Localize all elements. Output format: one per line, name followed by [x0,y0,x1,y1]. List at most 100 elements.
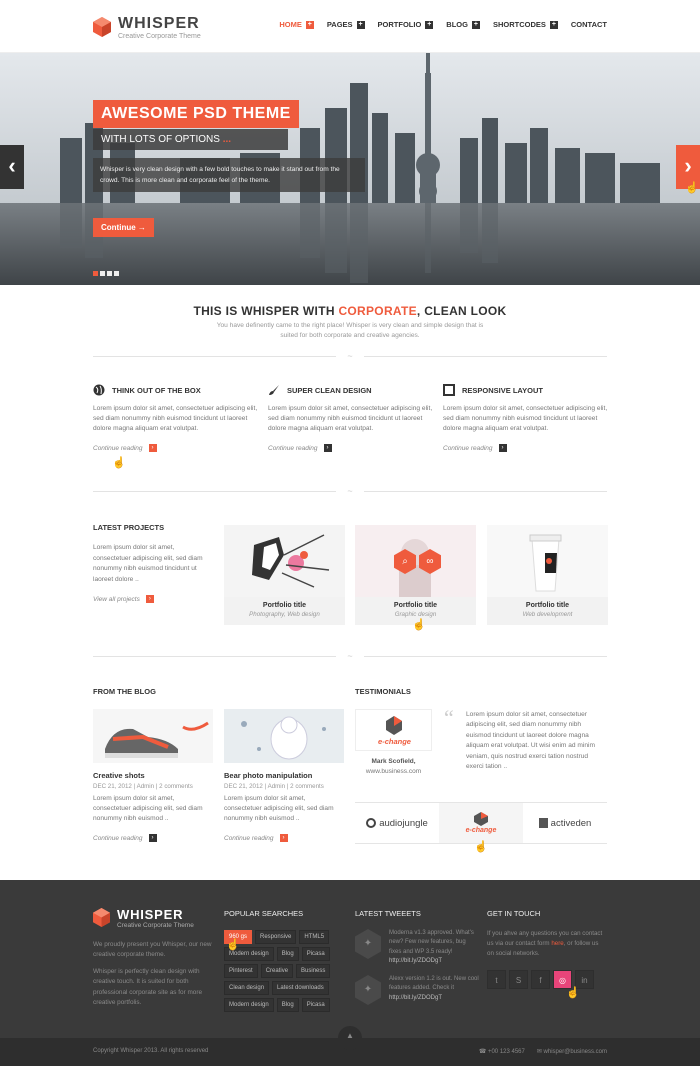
logo-name: WHISPER [118,15,200,32]
blog-post-meta: DEC 21, 2012 | Admin | 2 comments [93,783,193,790]
portfolio-image [487,525,608,597]
slider-dot[interactable] [107,271,112,276]
feature-text: Lorem ipsum dolor sit amet, consectetuer… [268,405,433,432]
slider-prev-button[interactable]: ‹ [0,145,24,189]
view-all-projects-link[interactable]: View all projects › [93,595,154,603]
portfolio-title: Portfolio title [262,602,307,609]
tag-button[interactable]: Picasa [301,947,330,961]
nav-label: HOME [279,20,302,29]
nav-home[interactable]: HOME + [279,20,314,29]
blog-post-text: Lorem ipsum dolor sit amet, consectetuer… [93,795,203,822]
portfolio-card[interactable]: ⌕ ∞ Portfolio title Graphic design [355,525,476,625]
hero-slider: ‹ › AWESOME PSD THEME WITH LOTS OF OPTIO… [0,53,700,285]
divider: ~ [93,652,607,662]
blog-image[interactable] [224,709,344,763]
testimonial-url[interactable]: www.business.com [355,768,432,775]
footer-about-text-2: Whisper is perfectly clean design with c… [93,968,203,1007]
tweet-link[interactable]: http://bit.ly/ZDODgT [389,958,442,964]
continue-reading-link[interactable]: Continue reading › [224,834,344,842]
portfolio-title: Portfolio title [525,602,570,609]
client-logo-audiojungle[interactable]: audiojungle [355,803,439,843]
logo-hex-icon [93,908,110,927]
hero-title: AWESOME PSD THEME [93,100,299,128]
clients-bar: audiojungle e-change activeden [355,802,607,844]
blog-post-title[interactable]: Bear photo manipulation [224,771,344,780]
audiojungle-icon [366,818,377,828]
portfolio-card[interactable]: Portfolio title Web development [487,525,608,625]
latest-tweets-title: LATEST TWEEETS [355,909,421,918]
tag-button[interactable]: Responsive [255,930,297,944]
nav-label: PORTFOLIO [377,20,422,29]
blog-image[interactable] [93,709,213,763]
back-to-top-button[interactable]: ▲ [338,1026,362,1050]
nav-label: BLOG [446,20,468,29]
popular-searches-title: POPULAR SEARCHES [224,909,304,918]
plus-icon: + [549,20,558,29]
square-icon [443,384,455,396]
tag-button[interactable]: Business [296,964,331,978]
nav-blog[interactable]: BLOG + [446,20,480,29]
tag-button[interactable]: HTML5 [299,930,330,944]
client-logo-activeden[interactable]: activeden [523,803,607,843]
nav-portfolio[interactable]: PORTFOLIO + [378,20,434,29]
client-name: activeden [550,817,592,829]
activeden-icon [538,818,548,828]
globe-icon [93,384,105,396]
hero-button-label: Continue [101,223,136,232]
testimonials-title: TESTIMONIALS [355,687,411,696]
tag-button[interactable]: Pinterest [224,964,258,978]
link-label: Continue reading [224,834,274,842]
nav-shortcodes[interactable]: SHORTCODES + [493,20,558,29]
testimonial-name: Mark Scofield, [371,758,416,765]
tag-button[interactable]: Blog [276,998,299,1012]
arrow-right-icon: › [498,444,507,452]
continue-reading-link[interactable]: Continue reading › [268,444,433,452]
tag-button[interactable]: Picasa [301,998,330,1012]
get-in-touch-title: GET IN TOUCH [487,909,541,918]
slider-dot[interactable] [114,271,119,276]
hero-continue-button[interactable]: Continue → [93,218,154,237]
contact-text: If you ahve any questions you can contac… [487,929,607,959]
tag-button[interactable]: Modern design [224,998,274,1012]
mail-icon: ✉ [536,1049,542,1055]
tag-button[interactable]: Clean design [224,981,270,995]
slider-dot[interactable] [100,271,105,276]
twitter-icon[interactable]: t [487,970,506,989]
tag-button[interactable]: Blog [276,947,299,961]
facebook-icon[interactable]: f [531,970,550,989]
contact-form-link[interactable]: here [551,940,563,947]
projects-title: LATEST PROJECTS [93,523,165,532]
blog-title: FROM THE BLOG [93,687,156,696]
portfolio-card[interactable]: Portfolio title Photography, Web design [224,525,345,625]
client-logo-e-change[interactable]: e-change [439,803,523,843]
feature-heading: THINK OUT OF THE BOX [93,383,258,397]
tweet-link[interactable]: http://bit.ly/ZDODgT [389,995,442,1001]
nav-label: PAGES [326,20,353,29]
nav-pages[interactable]: PAGES + [327,20,365,29]
e-change-icon [474,812,488,826]
email[interactable]: ✉ whisper@business.com [537,1048,607,1055]
continue-reading-link[interactable]: Continue reading › [93,444,258,452]
testimonial-logo-text: e-change [378,737,411,746]
tag-button[interactable]: Creative [260,964,294,978]
nav-label: CONTACT [570,20,607,29]
intro-text: You have definently came to the right pl… [216,322,484,339]
skype-icon[interactable]: S [509,970,528,989]
tag-button[interactable]: Latest downloads [272,981,329,995]
slider-dot[interactable] [93,271,98,276]
testimonial-logo: e-change [355,709,432,751]
feature-heading: RESPONSIVE LAYOUT [443,383,608,397]
portfolio-image [224,525,345,597]
link-label: Continue reading [93,444,143,452]
continue-reading-link[interactable]: Continue reading › [443,444,608,452]
feature-text: Lorem ipsum dolor sit amet, consectetuer… [93,405,258,432]
copyright: Copyright Whisper 2013. All rights reser… [93,1048,209,1054]
blog-post-title[interactable]: Creative shots [93,771,213,780]
polar-bear-image [224,709,344,763]
phone: ☎ +00 123 4567 [479,1048,525,1055]
nav-contact[interactable]: CONTACT [571,20,607,29]
intro-title: THIS IS WHISPER WITH CORPORATE, CLEAN LO… [0,304,700,318]
continue-reading-link[interactable]: Continue reading › [93,834,213,842]
feature-text: Lorem ipsum dolor sit amet, consectetuer… [443,405,608,432]
portfolio-category: Photography, Web design [249,611,320,618]
